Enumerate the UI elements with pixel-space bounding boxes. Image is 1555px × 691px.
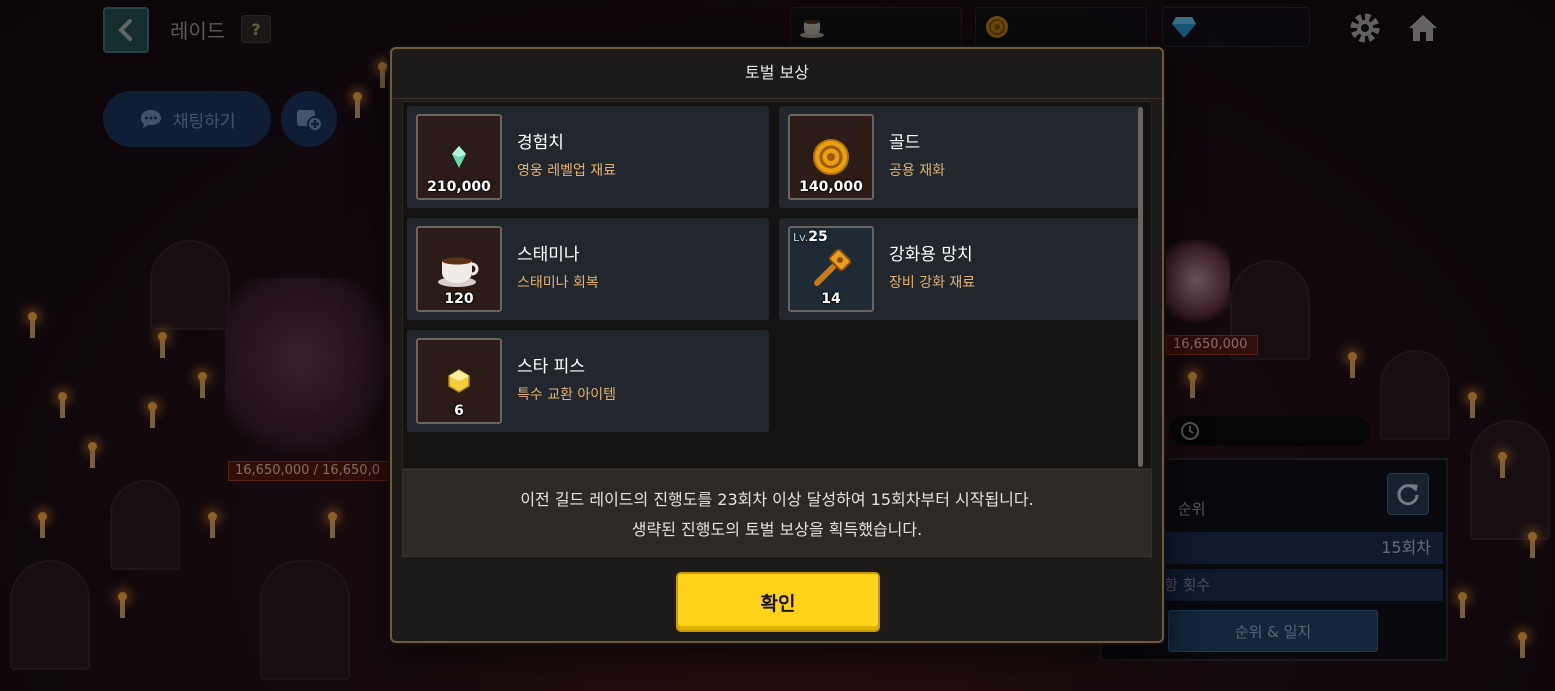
reward-quantity: 210,000 [427, 179, 491, 195]
reward-description: 장비 강화 재료 [889, 275, 976, 291]
notice-line-1: 이전 길드 레이드의 진행도를 23회차 이상 달성하여 15회차부터 시작됩니… [520, 490, 1034, 509]
gold-coin-icon [813, 139, 849, 175]
hammer-icon [814, 248, 852, 286]
reward-name: 경험치 [517, 133, 564, 153]
reward-quantity: 120 [444, 291, 474, 307]
reward-list[interactable]: 210,000 경험치 영웅 레벨업 재료 140,000 골드 공용 재화 1… [402, 101, 1152, 469]
reward-level-prefix: Lv. [793, 231, 809, 244]
star-piece-icon [448, 369, 470, 393]
reward-level: Lv.25 [793, 229, 828, 245]
reward-name: 골드 [889, 133, 921, 153]
reward-description: 스태미나 회복 [517, 275, 599, 291]
reward-thumbnail: 6 [416, 338, 502, 424]
reward-quantity: 6 [454, 403, 464, 419]
reward-thumbnail: Lv.25 14 [788, 226, 874, 312]
reward-quantity: 140,000 [799, 179, 863, 195]
reward-description: 특수 교환 아이템 [517, 387, 617, 403]
progress-notice: 이전 길드 레이드의 진행도를 23회차 이상 달성하여 15회차부터 시작됩니… [402, 469, 1152, 557]
confirm-button[interactable]: 확인 [676, 572, 880, 632]
reward-thumbnail: 210,000 [416, 114, 502, 200]
reward-description: 공용 재화 [889, 163, 945, 179]
reward-level-value: 25 [808, 229, 828, 245]
raid-reward-modal: 토벌 보상 210,000 경험치 영웅 레벨업 재료 140,000 골드 공… [390, 47, 1164, 643]
reward-thumbnail: 120 [416, 226, 502, 312]
reward-description: 영웅 레벨업 재료 [517, 163, 617, 179]
reward-name: 스타 피스 [517, 357, 585, 377]
exp-crystal-icon [452, 146, 466, 168]
reward-name: 스태미나 [517, 245, 580, 265]
reward-card-exp[interactable]: 210,000 경험치 영웅 레벨업 재료 [407, 106, 769, 208]
notice-line-2: 생략된 진행도의 토벌 보상을 획득했습니다. [631, 520, 923, 539]
reward-quantity: 14 [821, 291, 841, 307]
reward-list-scrollbar[interactable] [1138, 107, 1143, 467]
reward-card-stamina[interactable]: 120 스태미나 스태미나 회복 [407, 218, 769, 320]
reward-name: 강화용 망치 [889, 245, 973, 265]
reward-thumbnail: 140,000 [788, 114, 874, 200]
coffee-cup-icon [438, 257, 479, 287]
modal-title: 토벌 보상 [392, 49, 1162, 99]
reward-card-hammer[interactable]: Lv.25 14 강화용 망치 장비 강화 재료 [779, 218, 1141, 320]
reward-card-gold[interactable]: 140,000 골드 공용 재화 [779, 106, 1141, 208]
reward-card-star-piece[interactable]: 6 스타 피스 특수 교환 아이템 [407, 330, 769, 432]
